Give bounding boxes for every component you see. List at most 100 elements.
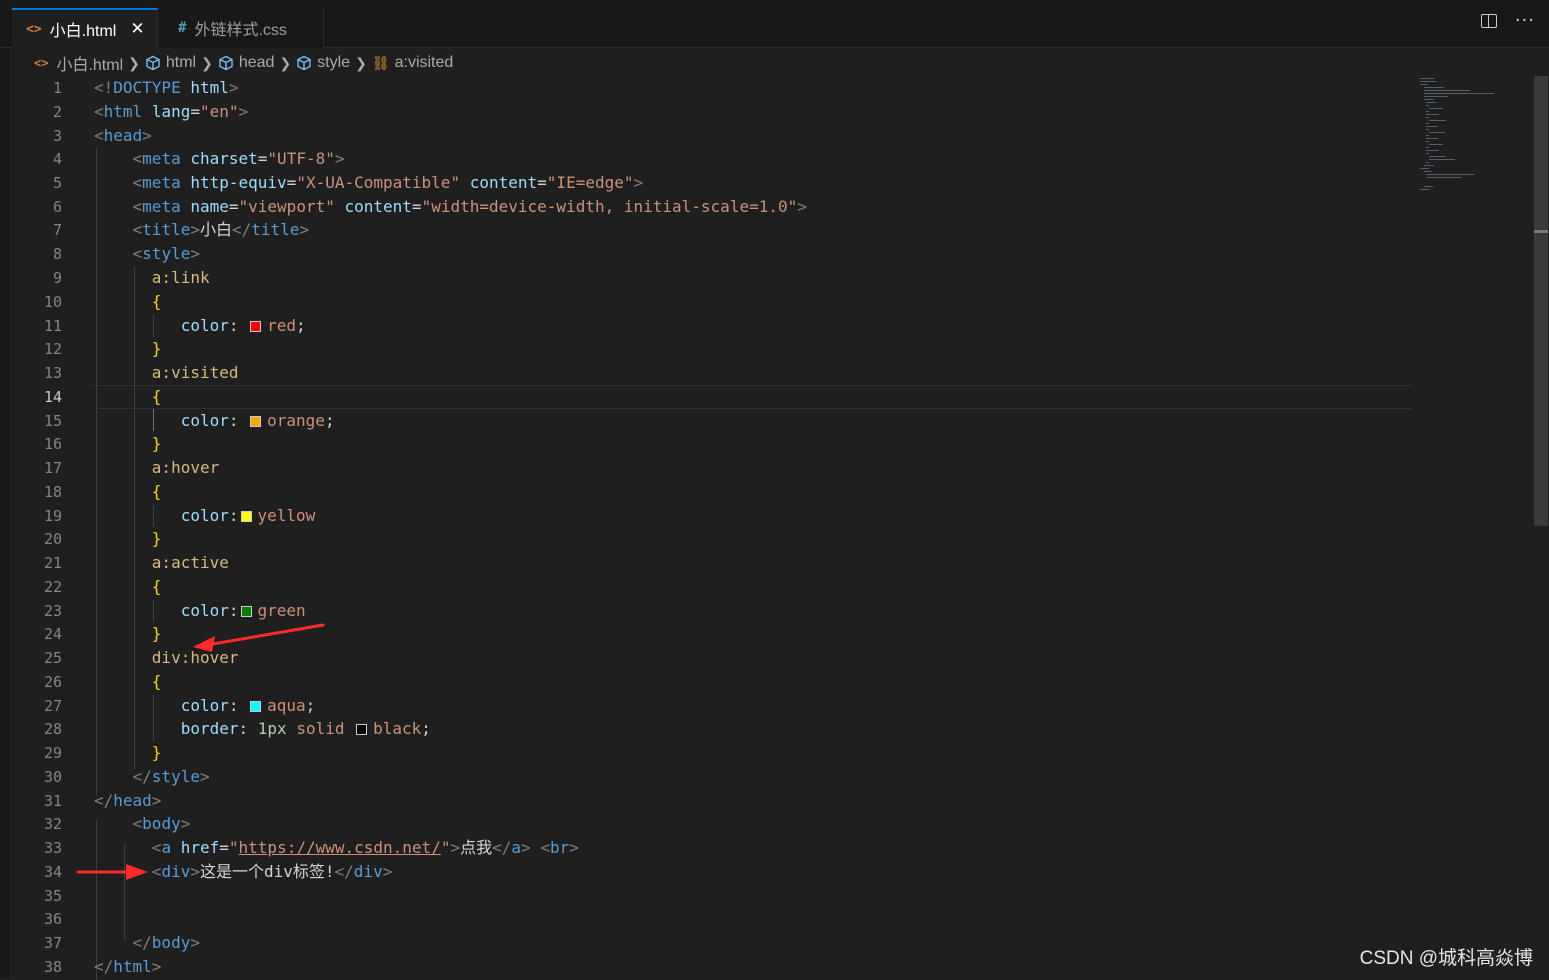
code-editor[interactable]: 1 2 3 4 5 6 7 8 9 10 11 12 13 14 15 16 1… (0, 76, 1549, 980)
line-number: 5 (52, 174, 62, 192)
line-number: 8 (52, 245, 62, 263)
code-line: color: red; (180, 316, 306, 335)
red-arrow-annotation (76, 864, 148, 880)
line-number: 26 (43, 673, 62, 691)
line-number: 20 (43, 530, 62, 548)
line-number: 28 (43, 720, 62, 738)
css-selector-icon: ⛓ (371, 54, 390, 71)
code-line: } (151, 624, 162, 643)
code-line: } (151, 743, 162, 762)
line-number-current: 14 (43, 388, 62, 406)
color-swatch-red[interactable] (250, 321, 262, 332)
code-line: <head> (94, 126, 152, 145)
editor-tab-bar: <> 小白.html ✕ # 外链样式.css ··· (0, 0, 1549, 48)
breadcrumb-label: html (165, 54, 197, 71)
code-line: </head> (94, 791, 162, 810)
html-file-icon: <> (26, 21, 42, 37)
line-number: 27 (43, 697, 62, 715)
color-swatch-yellow[interactable] (240, 511, 252, 522)
code-line: <style> (132, 244, 200, 263)
line-number: 25 (43, 649, 62, 667)
breadcrumb-label: a:visited (394, 54, 454, 71)
color-swatch-orange[interactable] (250, 416, 262, 427)
code-line: <meta name="viewport" content="width=dev… (132, 197, 807, 216)
chevron-right-icon: ❯ (355, 54, 367, 71)
html-file-icon: <> (34, 56, 49, 70)
line-number: 37 (43, 934, 62, 952)
line-number: 4 (52, 150, 62, 168)
line-number: 33 (43, 839, 62, 857)
line-number: 30 (43, 768, 62, 786)
split-editor-icon[interactable] (1480, 14, 1497, 28)
line-number: 24 (43, 625, 62, 643)
code-line: color: orange; (180, 411, 335, 430)
line-number: 35 (43, 887, 62, 905)
line-number: 10 (43, 293, 62, 311)
line-number: 13 (43, 364, 62, 382)
tab-external-css[interactable]: # 外链样式.css (158, 8, 324, 48)
vertical-scrollbar[interactable] (1532, 76, 1549, 978)
code-line: color: aqua; (180, 696, 316, 715)
breadcrumb-label: style (317, 54, 351, 71)
code-line: </html> (94, 957, 162, 976)
code-line: <!DOCTYPE html> (94, 78, 239, 97)
line-number: 18 (43, 483, 62, 501)
breadcrumb-label: 小白.html (56, 57, 124, 74)
line-number: 3 (52, 127, 62, 145)
code-line: a:visited (151, 363, 239, 382)
current-line-highlight (94, 385, 1412, 409)
color-swatch-aqua[interactable] (250, 701, 262, 712)
line-number: 32 (43, 815, 62, 833)
code-line: </body> (132, 933, 200, 952)
close-icon[interactable]: ✕ (130, 19, 144, 39)
code-line: a:active (151, 553, 229, 572)
line-number: 17 (43, 459, 62, 477)
line-number: 31 (43, 792, 62, 810)
breadcrumb-item-style[interactable]: style (296, 54, 350, 72)
code-line: </style> (132, 767, 210, 786)
line-number: 6 (52, 198, 62, 216)
line-number: 19 (43, 507, 62, 525)
breadcrumb-label: head (238, 54, 275, 71)
href-link[interactable]: https://www.csdn.net/ (239, 838, 441, 857)
breadcrumb-item-selector[interactable]: ⛓ a:visited (372, 54, 453, 72)
tab-label: 外链样式.css (194, 22, 287, 39)
code-line: { (151, 577, 162, 596)
code-line: <title>小白</title> (132, 220, 310, 239)
code-line: <meta charset="UTF-8"> (132, 149, 345, 168)
tab-label: 小白.html (49, 23, 117, 40)
code-line: } (151, 339, 162, 358)
line-number: 16 (43, 435, 62, 453)
color-swatch-green[interactable] (240, 606, 252, 617)
red-arrow-annotation (193, 623, 325, 652)
line-number: 36 (43, 910, 62, 928)
scrollbar-thumb[interactable] (1534, 76, 1548, 526)
scrollbar-cursor-marker (1534, 230, 1548, 233)
code-line: border: 1px solid black; (180, 719, 431, 738)
breadcrumb: <> 小白.html ❯ html ❯ head ❯ style ❯ ⛓ a:v… (34, 50, 453, 76)
line-number: 23 (43, 602, 62, 620)
code-line: a:link (151, 268, 210, 287)
chevron-right-icon: ❯ (128, 54, 140, 71)
css-file-icon: # (178, 20, 187, 36)
cube-icon (146, 55, 160, 71)
color-swatch-black[interactable] (356, 724, 368, 735)
code-line: { (151, 482, 162, 501)
code-line-current: { (151, 387, 162, 406)
breadcrumb-item-html[interactable]: html (145, 54, 196, 72)
more-actions-icon[interactable]: ··· (1515, 12, 1535, 30)
line-number: 34 (43, 863, 62, 881)
line-number: 12 (43, 340, 62, 358)
line-number: 2 (52, 103, 62, 121)
code-line: <a href="https://www.csdn.net/">点我</a> <… (151, 838, 579, 857)
breadcrumb-item-file[interactable]: <> 小白.html (34, 51, 123, 75)
code-line: <body> (132, 814, 191, 833)
line-number: 7 (52, 221, 62, 239)
line-number: 9 (52, 269, 62, 287)
line-number: 38 (43, 958, 62, 976)
cube-icon (297, 55, 311, 71)
tab-xiaobai-html[interactable]: <> 小白.html ✕ (12, 8, 158, 48)
cube-icon (219, 55, 233, 71)
breadcrumb-item-head[interactable]: head (218, 54, 275, 72)
minimap[interactable] (1414, 76, 1532, 978)
